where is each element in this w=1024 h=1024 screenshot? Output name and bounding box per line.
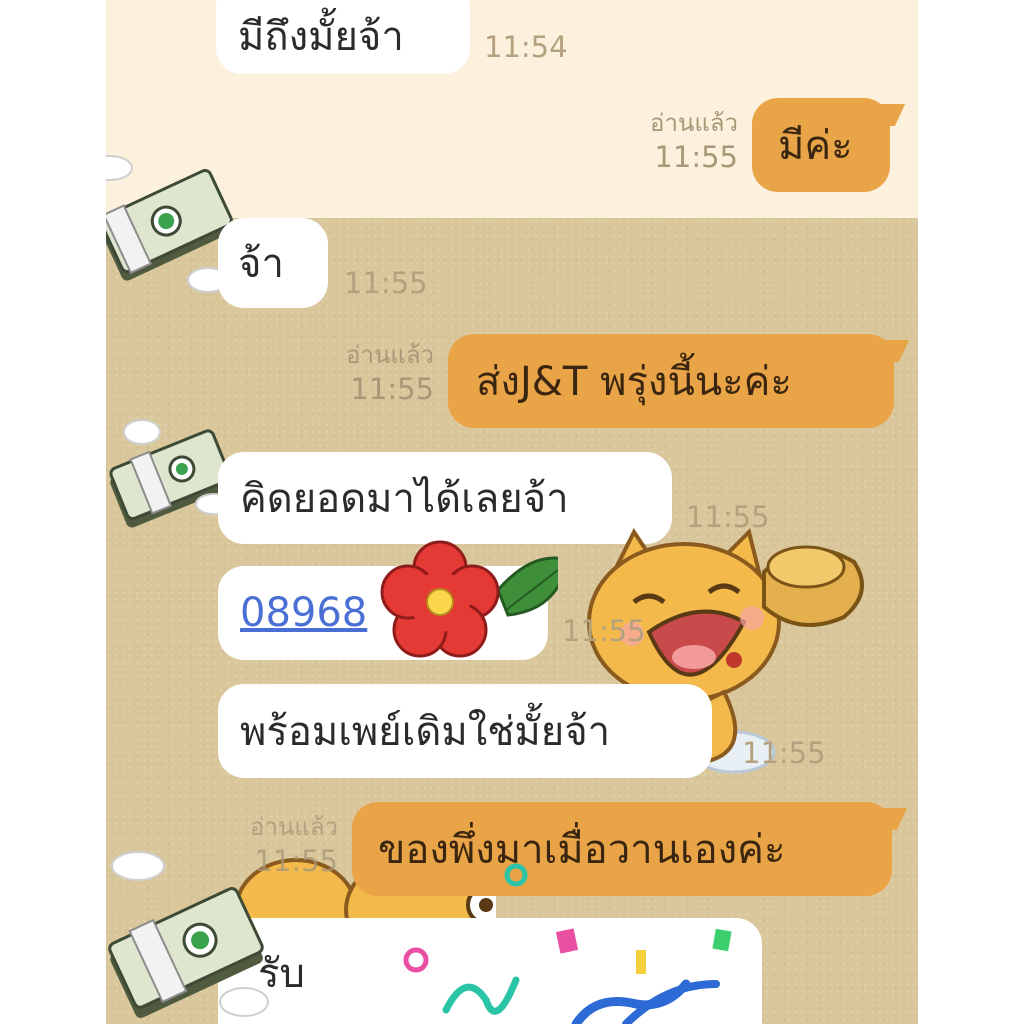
message-text: ของพึ่งมาเมื่อวานเองค่ะ [378, 827, 786, 873]
read-receipt: อ่านแล้ว [250, 813, 338, 841]
message-bubble-incoming[interactable]: พร้อมเพย์เดิมใช่มั้ยจ้า [218, 684, 712, 778]
message-time: 11:55 [742, 736, 826, 770]
money-stack-icon [109, 419, 233, 528]
message-text: พร้อมเพย์เดิมใช่มั้ยจ้า [240, 709, 611, 755]
message-bubble-incoming[interactable]: จ้า [218, 218, 328, 308]
read-receipt: อ่านแล้ว [346, 341, 434, 369]
money-stack-icon [106, 155, 233, 293]
red-flower-sticker [380, 540, 558, 658]
message-text: คิดยอดมาได้เลยจ้า [240, 476, 569, 522]
message-meta: อ่านแล้ว 11:55 [650, 108, 738, 176]
message-text: จ้า [238, 241, 284, 287]
message-time: 11:55 [350, 372, 434, 406]
read-receipt: อ่านแล้ว [650, 109, 738, 137]
money-stack-icon [108, 851, 269, 1018]
chat-background: มีถึงมั้ยจ้า 11:54 อ่านแล้ว 11:55 มีค่ะ … [106, 0, 918, 1024]
message-bubble-incoming[interactable]: มีถึงมั้ยจ้า [216, 0, 470, 74]
phone-link[interactable]: 08968 [240, 590, 367, 636]
message-text: ส่งJ&T พรุ่งนี้นะค่ะ [476, 359, 792, 405]
confetti-sticker [403, 863, 732, 1024]
message-text: มีค่ะ [778, 123, 853, 169]
message-bubble-outgoing[interactable]: ส่งJ&T พรุ่งนี้นะค่ะ [448, 334, 910, 428]
message-time: 11:55 [562, 614, 646, 648]
message-text: รับ [258, 951, 305, 997]
message-time: 11:55 [654, 140, 738, 174]
message-time: 11:54 [484, 30, 568, 64]
message-meta: อ่านแล้ว 11:55 [346, 340, 434, 408]
message-time: 11:55 [344, 266, 428, 300]
message-text: มีถึงมั้ยจ้า [238, 14, 404, 60]
message-bubble-outgoing[interactable]: มีค่ะ [752, 98, 906, 192]
